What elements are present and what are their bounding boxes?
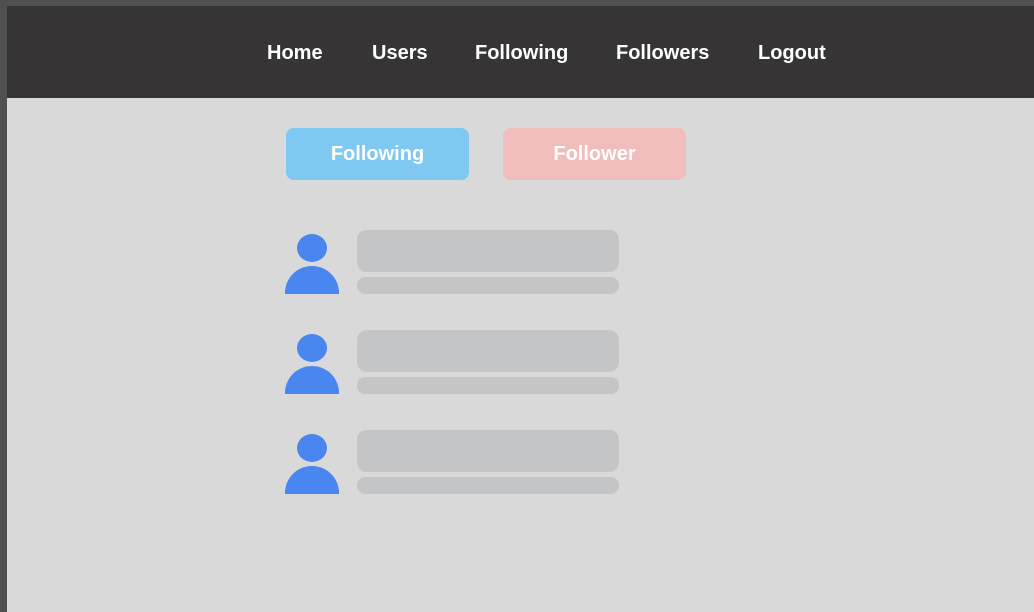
avatar-head xyxy=(297,334,327,362)
user-name-placeholder xyxy=(357,330,619,372)
nav-logout-link[interactable]: Logout xyxy=(758,40,826,66)
user-list-item[interactable] xyxy=(285,330,619,394)
top-navbar: Home Users Following Followers Logout xyxy=(7,6,1034,98)
nav-followers-link[interactable]: Followers xyxy=(616,40,709,66)
avatar-body xyxy=(285,266,339,294)
nav-following-link[interactable]: Following xyxy=(475,40,568,66)
avatar-head xyxy=(297,434,327,462)
nav-home-link[interactable]: Home xyxy=(267,40,323,66)
user-name-placeholder xyxy=(357,430,619,472)
avatar-body xyxy=(285,366,339,394)
nav-users-link[interactable]: Users xyxy=(372,40,428,66)
user-name-placeholder xyxy=(357,230,619,272)
user-subtitle-placeholder xyxy=(357,377,619,394)
avatar-head xyxy=(297,234,327,262)
follower-tab-button[interactable]: Follower xyxy=(503,128,686,180)
user-list-item[interactable] xyxy=(285,430,619,494)
user-subtitle-placeholder xyxy=(357,277,619,294)
user-icon xyxy=(285,334,339,394)
user-list-item[interactable] xyxy=(285,230,619,294)
app-window: Home Users Following Followers Logout Fo… xyxy=(7,6,1034,612)
avatar-body xyxy=(285,466,339,494)
user-icon xyxy=(285,434,339,494)
user-icon xyxy=(285,234,339,294)
user-subtitle-placeholder xyxy=(357,477,619,494)
following-tab-button[interactable]: Following xyxy=(286,128,469,180)
